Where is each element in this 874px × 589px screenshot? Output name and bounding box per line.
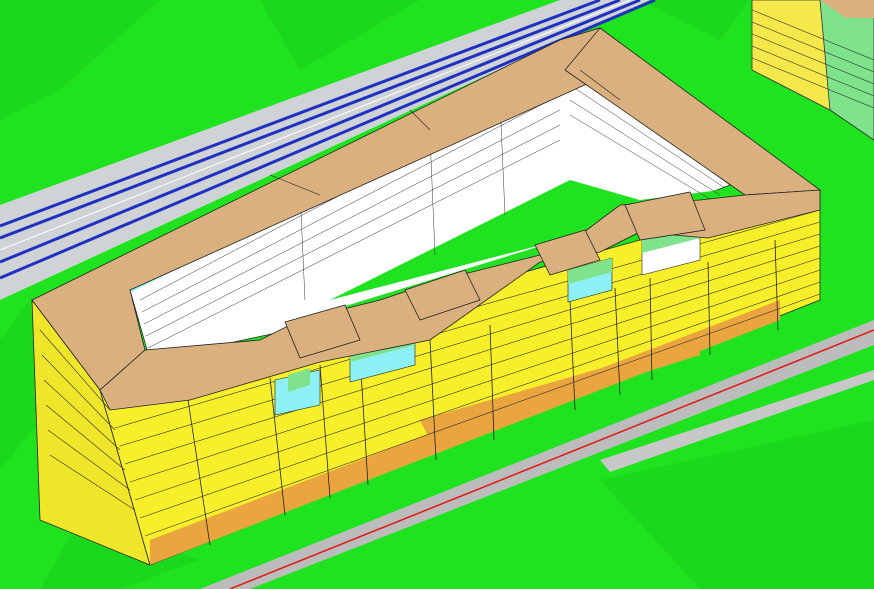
scene-canvas	[0, 0, 874, 589]
3d-viewport[interactable]	[0, 0, 874, 589]
